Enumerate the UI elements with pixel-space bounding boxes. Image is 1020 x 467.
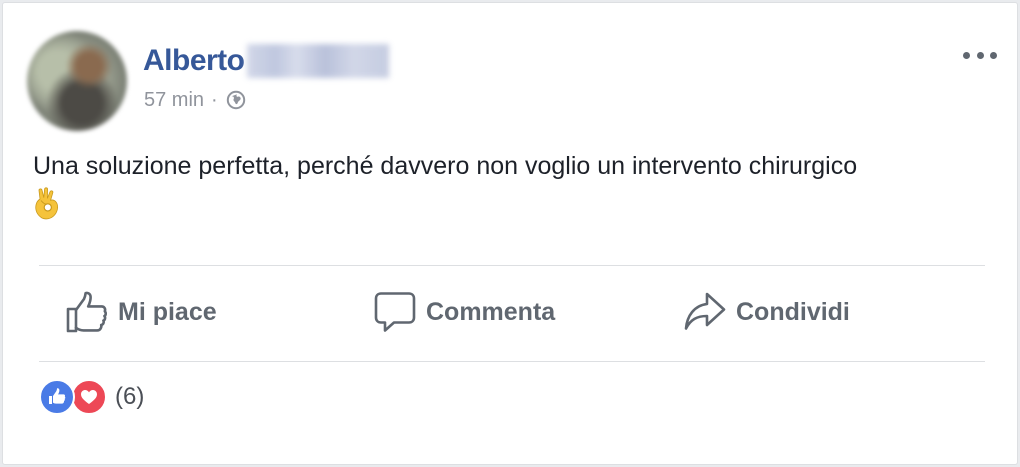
meta-separator: · (211, 88, 218, 111)
ok-hand-emoji-icon (33, 186, 63, 220)
thumbs-up-icon (66, 291, 108, 333)
like-button-label: Mi piace (118, 297, 217, 326)
more-options-icon[interactable] (963, 43, 997, 67)
comment-button[interactable]: Commenta (373, 288, 555, 336)
post-meta: 57 min · (144, 87, 246, 113)
author-avatar[interactable] (27, 31, 127, 131)
speech-bubble-icon (374, 292, 416, 332)
author-name-link[interactable]: Alberto (143, 44, 245, 78)
reactions-summary[interactable]: (6) (39, 379, 144, 415)
author-surname-redacted (246, 44, 389, 78)
post-timestamp[interactable]: 57 min (144, 89, 204, 112)
love-reaction-icon (71, 379, 107, 415)
share-button[interactable]: Condividi (683, 288, 850, 336)
share-button-label: Condividi (736, 297, 850, 326)
post-body-text: Una soluzione perfetta, perché davvero n… (33, 152, 858, 180)
globe-icon[interactable] (226, 90, 246, 110)
share-arrow-icon (684, 292, 726, 330)
actions-bottom-divider (39, 361, 985, 362)
author-header: Alberto (143, 43, 389, 79)
like-button[interactable]: Mi piace (65, 288, 217, 336)
post-card: Alberto 57 min · Una soluzione perfetta,… (2, 2, 1018, 465)
post-actions-bar: Mi piace Commenta Condividi (39, 266, 985, 361)
comment-button-label: Commenta (426, 297, 556, 326)
like-reaction-icon (39, 379, 75, 415)
reaction-count: (6) (115, 383, 145, 410)
